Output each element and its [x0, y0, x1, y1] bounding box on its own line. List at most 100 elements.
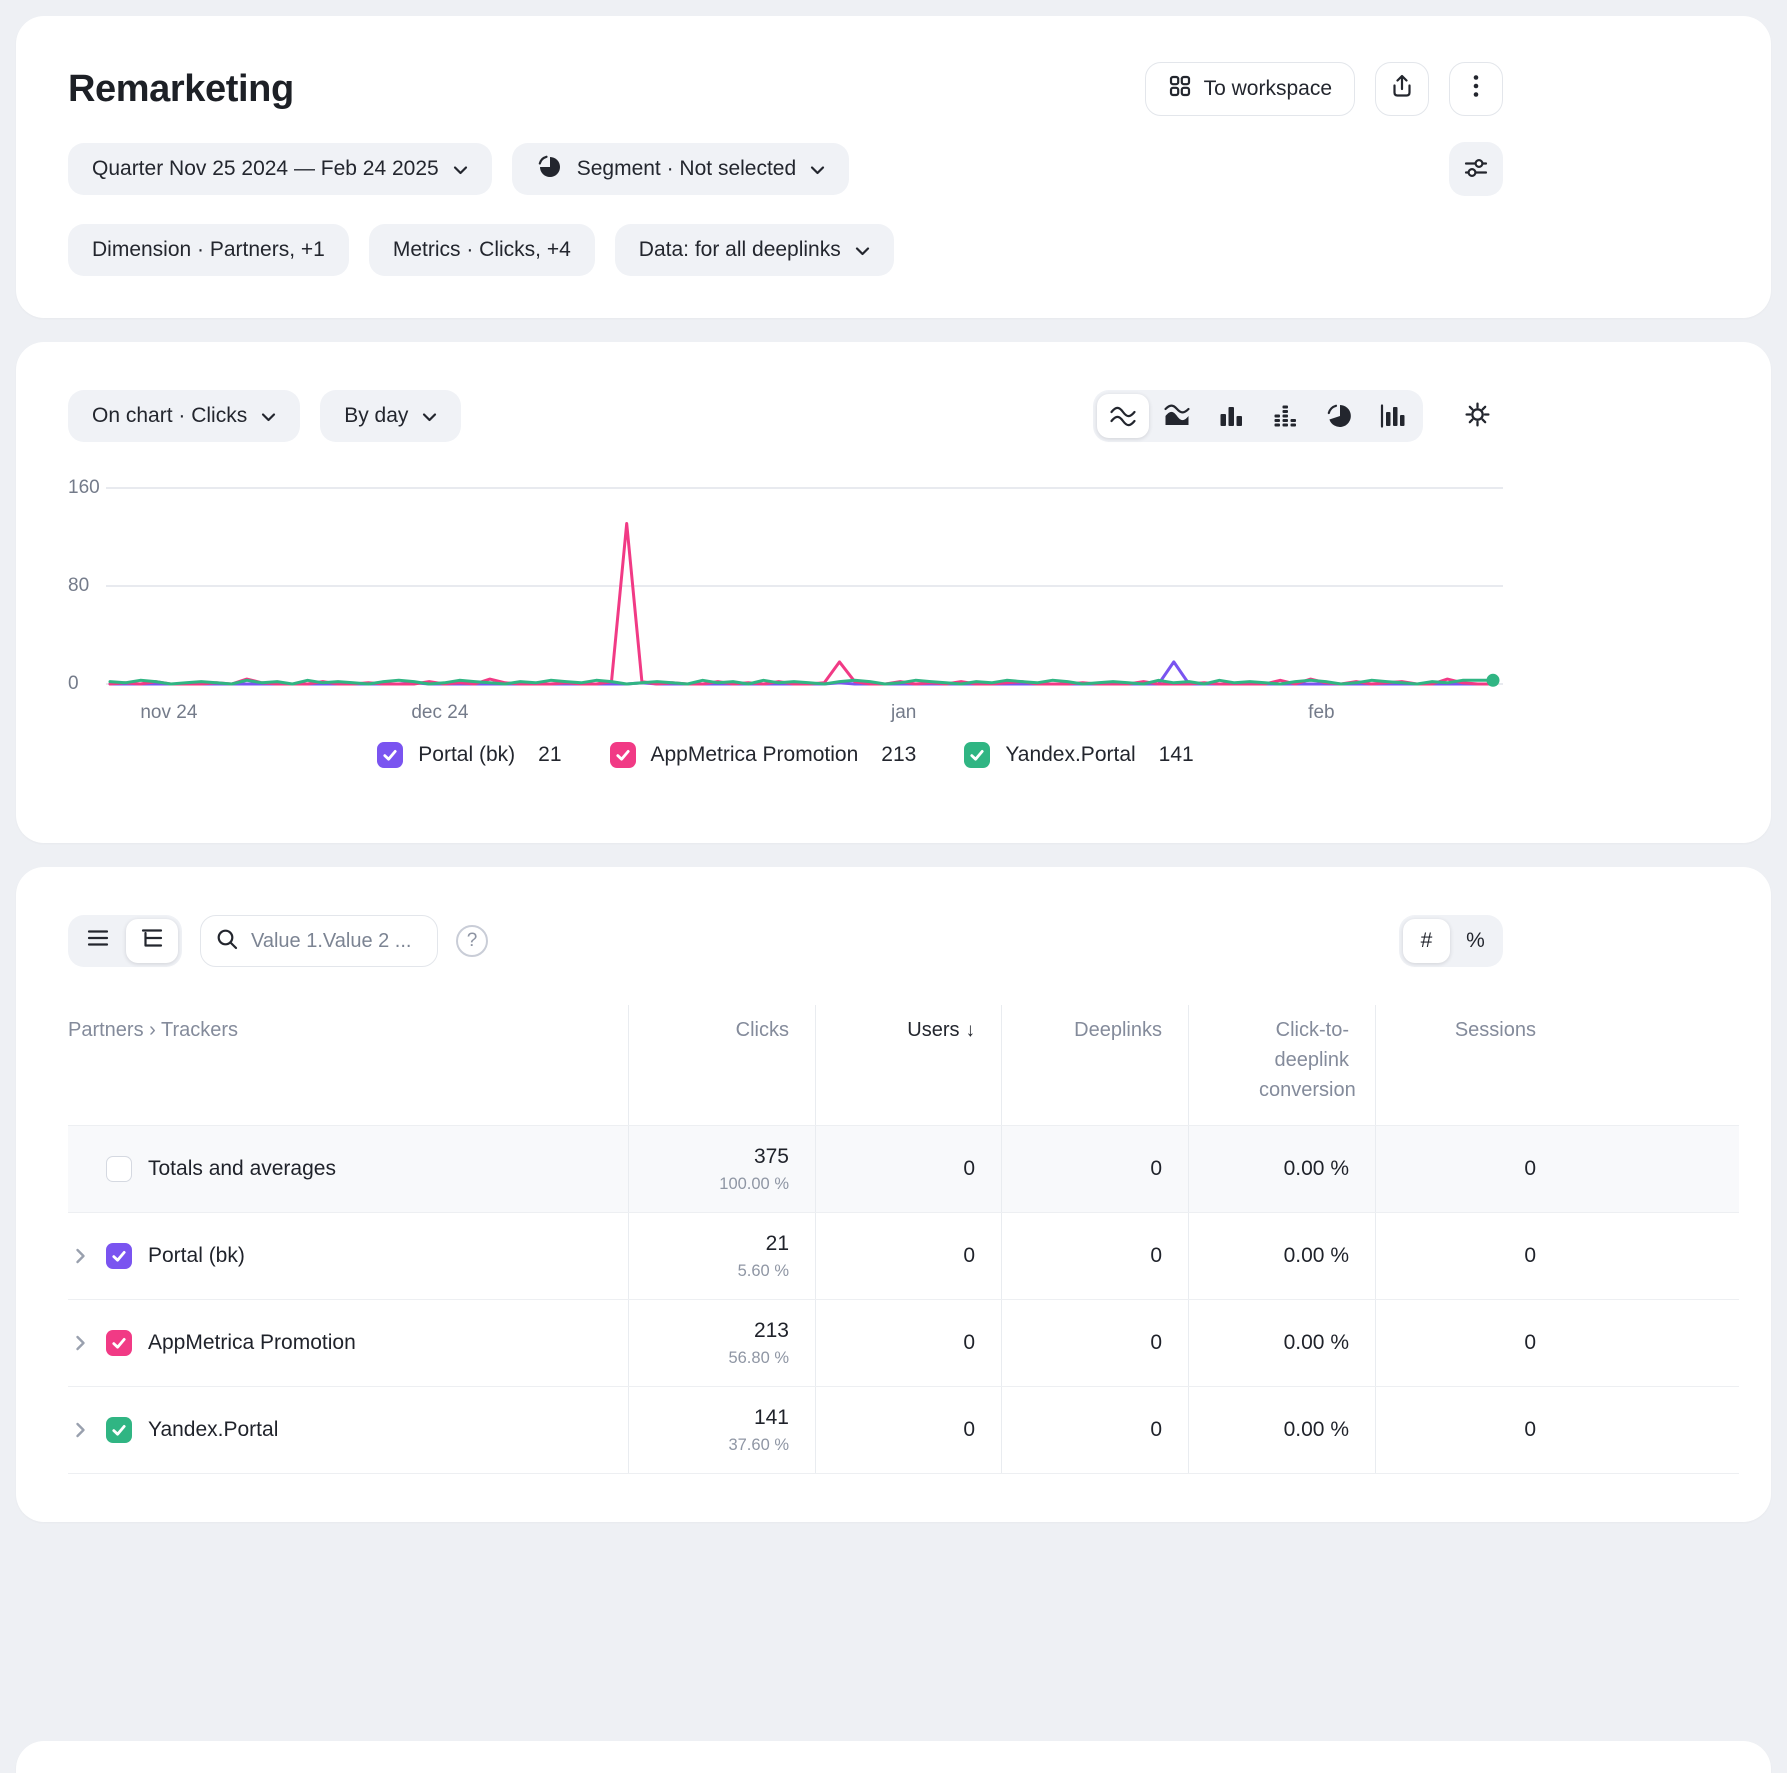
column-header-conversion[interactable]: Click-to-deeplink conversion [1188, 1005, 1375, 1125]
row-name: AppMetrica Promotion [148, 1331, 356, 1355]
segment-filter[interactable]: Segment · Not selected [512, 143, 849, 195]
table-row-yandex-portal[interactable]: Yandex.Portal 14137.60 % 0 0 0.00 % 0 [68, 1386, 1739, 1473]
chart-type-bars-button[interactable] [1205, 394, 1257, 438]
cell-sessions: 0 [1375, 1387, 1536, 1473]
cell-clicks: 14137.60 % [628, 1387, 815, 1473]
chart-settings-button[interactable] [1451, 390, 1503, 442]
number-format-toggle: # % [1399, 915, 1503, 967]
flat-list-view-button[interactable] [72, 919, 124, 963]
tree-icon [139, 925, 165, 957]
cell-conversion: 0.00 % [1188, 1300, 1375, 1386]
row-checkbox-portal[interactable] [106, 1243, 132, 1269]
segment-pie-icon [536, 153, 563, 186]
view-mode-toggle [68, 915, 182, 967]
chart-type-lines-button[interactable] [1097, 394, 1149, 438]
chevron-down-icon [453, 157, 468, 181]
cell-sessions: 0 [1375, 1126, 1536, 1212]
kebab-icon [1472, 74, 1480, 104]
chevron-down-icon [810, 157, 825, 181]
absolute-values-button[interactable]: # [1403, 919, 1450, 963]
granularity-selector[interactable]: By day [320, 390, 461, 442]
row-checkbox-appmetrica-promotion[interactable] [106, 1330, 132, 1356]
next-card-partial [16, 1741, 1771, 1773]
row-expander-icon[interactable] [70, 1334, 90, 1352]
column-header-partners-trackers[interactable]: Partners › Trackers [68, 1005, 628, 1125]
cell-deeplinks: 0 [1001, 1126, 1188, 1212]
chart-type-histogram-button[interactable] [1367, 394, 1419, 438]
on-chart-metric-selector[interactable]: On chart · Clicks [68, 390, 300, 442]
cell-users: 0 [815, 1300, 1001, 1386]
percent-values-button[interactable]: % [1452, 919, 1499, 963]
cell-sessions: 0 [1375, 1300, 1536, 1386]
segment-label: Segment · Not selected [577, 157, 796, 181]
totals-checkbox[interactable] [106, 1156, 132, 1182]
cell-clicks: 21356.80 % [628, 1300, 815, 1386]
more-menu-button[interactable] [1449, 62, 1503, 116]
legend-checkbox-appmetrica-promotion[interactable] [610, 742, 636, 768]
chart-card: On chart · Clicks By day [16, 342, 1771, 843]
legend-item-yandex-portal[interactable]: Yandex.Portal 141 [964, 742, 1193, 768]
cell-sessions: 0 [1375, 1213, 1536, 1299]
date-range-filter[interactable]: Quarter Nov 25 2024 — Feb 24 2025 [68, 143, 492, 195]
cell-clicks: 375100.00 % [628, 1126, 815, 1212]
table-row-appmetrica-promotion[interactable]: AppMetrica Promotion 21356.80 % 0 0 0.00… [68, 1299, 1739, 1386]
data-scope-label: Data: for all deeplinks [639, 238, 841, 262]
chevron-down-icon [422, 404, 437, 428]
date-range-label: Quarter Nov 25 2024 — Feb 24 2025 [92, 157, 439, 181]
row-checkbox-yandex-portal[interactable] [106, 1417, 132, 1443]
search-icon [215, 927, 239, 956]
column-header-sessions[interactable]: Sessions [1375, 1005, 1536, 1125]
cell-clicks: 215.60 % [628, 1213, 815, 1299]
row-expander-icon[interactable] [70, 1247, 90, 1265]
table-card: ? # % Partners › Trackers Clicks Users↓ … [16, 867, 1771, 1522]
metrics-filter[interactable]: Metrics · Clicks, +4 [369, 224, 595, 276]
column-header-deeplinks[interactable]: Deeplinks [1001, 1005, 1188, 1125]
cell-users: 0 [815, 1213, 1001, 1299]
granularity-label: By day [344, 404, 408, 428]
legend-checkbox-yandex-portal[interactable] [964, 742, 990, 768]
chart-type-stacked-bars-button[interactable] [1259, 394, 1311, 438]
chart-type-areas-button[interactable] [1151, 394, 1203, 438]
row-expander-icon[interactable] [70, 1421, 90, 1439]
display-settings-button[interactable] [1449, 142, 1503, 196]
row-name: Portal (bk) [148, 1244, 245, 1268]
chart-x-labels: nov 24dec 24janfeb [106, 694, 1503, 728]
workspace-icon [1168, 74, 1192, 104]
legend-item-appmetrica-promotion[interactable]: AppMetrica Promotion 213 [610, 742, 917, 768]
cell-users: 0 [815, 1387, 1001, 1473]
search-input[interactable] [249, 929, 423, 954]
chart-plot [106, 482, 1503, 694]
to-workspace-button[interactable]: To workspace [1145, 62, 1355, 116]
row-name: Totals and averages [148, 1157, 336, 1181]
sort-desc-icon: ↓ [966, 1020, 976, 1041]
share-button[interactable] [1375, 62, 1429, 116]
list-icon [85, 925, 111, 957]
dimension-filter[interactable]: Dimension · Partners, +1 [68, 224, 349, 276]
chevron-down-icon [855, 238, 870, 262]
help-question-label: ? [467, 930, 478, 952]
gear-icon [1464, 401, 1491, 431]
table-row-portal[interactable]: Portal (bk) 215.60 % 0 0 0.00 % 0 [68, 1212, 1739, 1299]
line-chart: 080160 nov 24dec 24janfeb Portal (bk) 21… [68, 482, 1503, 768]
share-icon [1389, 73, 1415, 105]
column-header-users[interactable]: Users↓ [815, 1005, 1001, 1125]
legend-item-portal[interactable]: Portal (bk) 21 [377, 742, 561, 768]
data-scope-filter[interactable]: Data: for all deeplinks [615, 224, 894, 276]
page: Remarketing To workspace [0, 0, 1787, 1773]
help-button[interactable]: ? [456, 925, 488, 957]
cell-deeplinks: 0 [1001, 1300, 1188, 1386]
cell-conversion: 0.00 % [1188, 1126, 1375, 1212]
table-header-row: Partners › Trackers Clicks Users↓ Deepli… [68, 1005, 1739, 1125]
column-header-clicks[interactable]: Clicks [628, 1005, 815, 1125]
legend-checkbox-portal[interactable] [377, 742, 403, 768]
chart-type-pie-button[interactable] [1313, 394, 1365, 438]
sliders-icon [1463, 155, 1489, 184]
dimension-label: Dimension · Partners, +1 [92, 238, 325, 262]
cell-conversion: 0.00 % [1188, 1387, 1375, 1473]
row-name: Yandex.Portal [148, 1418, 278, 1442]
chevron-down-icon [261, 404, 276, 428]
report-header-card: Remarketing To workspace [16, 16, 1771, 318]
metrics-label: Metrics · Clicks, +4 [393, 238, 571, 262]
tree-view-button[interactable] [126, 919, 178, 963]
to-workspace-label: To workspace [1204, 77, 1332, 101]
